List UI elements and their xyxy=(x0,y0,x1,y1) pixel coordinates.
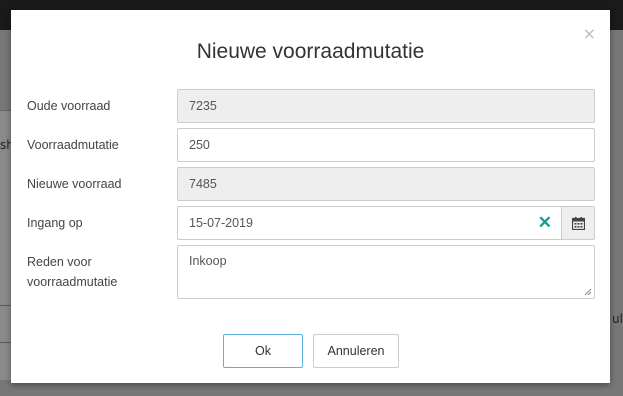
reason-textarea[interactable]: Inkoop xyxy=(177,245,595,299)
old-stock-field: 7235 xyxy=(177,89,595,123)
dialog-title: Nieuwe voorraadmutatie xyxy=(196,40,425,63)
reason-value: Inkoop xyxy=(189,254,227,268)
reason-label-line2: voorraadmutatie xyxy=(27,275,118,289)
old-stock-label: Oude voorraad xyxy=(27,99,111,113)
start-date-value: 15-07-2019 xyxy=(189,216,253,230)
background-text: ul xyxy=(612,312,623,326)
start-date-input[interactable]: 15-07-2019 ✕ xyxy=(177,206,561,240)
clear-icon[interactable]: ✕ xyxy=(538,207,552,239)
stock-mutation-dialog: Nieuwe voorraadmutatie × Oude voorraad 7… xyxy=(11,10,610,383)
start-date-picker: 15-07-2019 ✕ xyxy=(177,206,595,240)
mutation-label: Voorraadmutatie xyxy=(27,138,119,152)
calendar-button[interactable] xyxy=(561,206,595,240)
start-date-label: Ingang op xyxy=(27,216,83,230)
calendar-icon xyxy=(571,216,585,230)
reason-label-line1: Reden voor xyxy=(27,255,92,269)
resize-grip-icon[interactable] xyxy=(584,288,592,296)
close-icon[interactable]: × xyxy=(583,26,596,42)
new-stock-field: 7485 xyxy=(177,167,595,201)
mutation-input[interactable]: 250 xyxy=(177,128,595,162)
reason-label: Reden voor voorraadmutatie xyxy=(27,252,117,292)
ok-button[interactable]: Ok xyxy=(223,334,303,368)
new-stock-label: Nieuwe voorraad xyxy=(27,177,122,191)
cancel-button[interactable]: Annuleren xyxy=(313,334,399,368)
